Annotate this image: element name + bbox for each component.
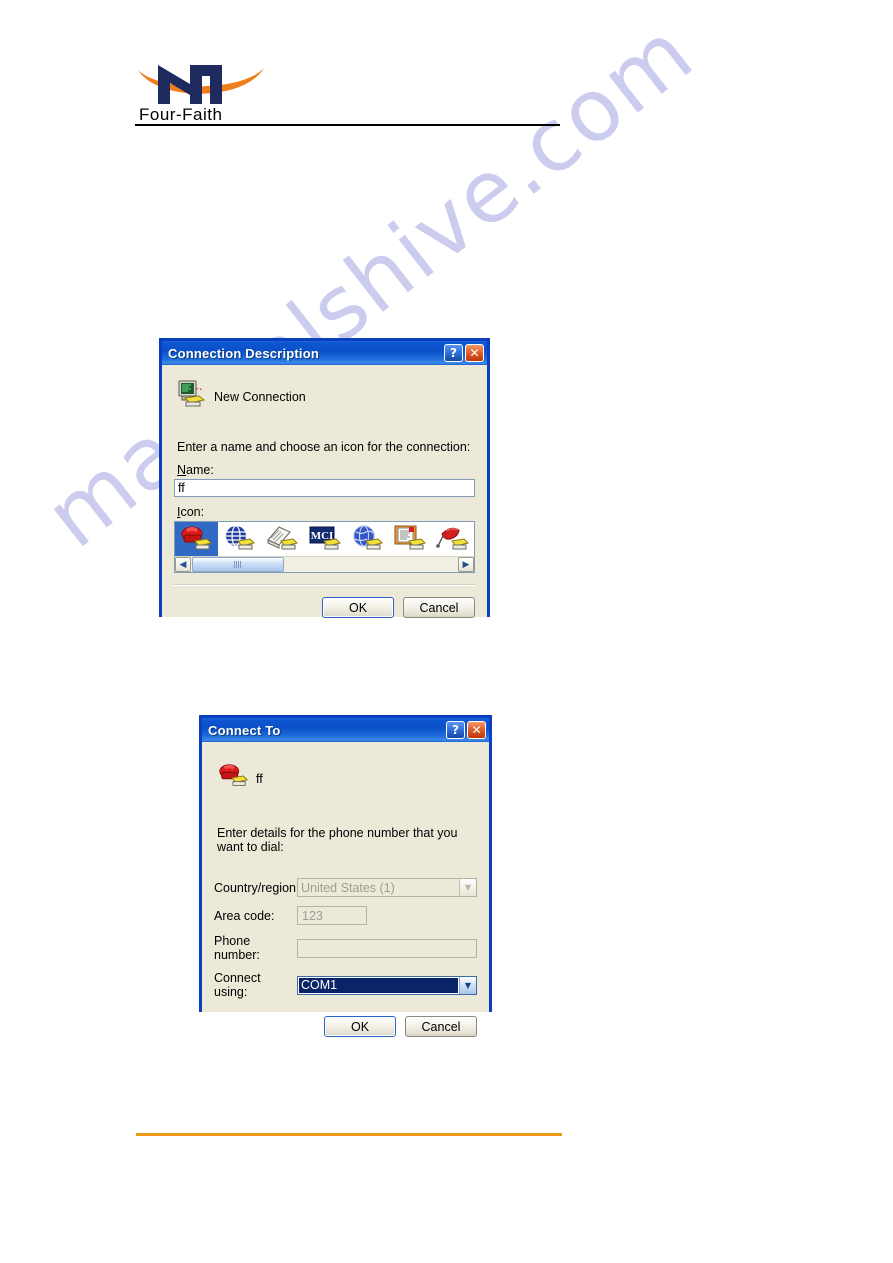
titlebar-buttons: ? ✕: [444, 344, 484, 362]
area-code-input[interactable]: 123: [297, 906, 367, 925]
chevron-down-icon[interactable]: ▼: [459, 976, 476, 994]
connect-using-label: Connect using:: [214, 971, 261, 999]
dialog-title: Connect To: [208, 722, 281, 738]
phone-number-label: Phone number:: [214, 934, 260, 962]
titlebar[interactable]: Connect To ? ✕: [202, 718, 489, 742]
help-icon[interactable]: ?: [446, 721, 465, 739]
icon-strip: MCI: [175, 522, 474, 556]
red-phone-icon: [217, 761, 249, 796]
scrollbar-thumb[interactable]: [192, 557, 284, 572]
close-icon[interactable]: ✕: [467, 721, 486, 739]
connect-form: Country/region: United States (1) ▼ Area…: [214, 878, 477, 999]
new-connection-icon: [177, 380, 207, 413]
brand-wordmark: Four-Faith: [139, 105, 222, 124]
four-faith-logo: Four-Faith: [136, 48, 266, 124]
dialog-button-row: OK Cancel: [174, 597, 475, 618]
country-region-value: United States (1): [301, 880, 395, 895]
connection-description-dialog[interactable]: Connection Description ? ✕ New Connectio…: [159, 338, 490, 618]
scroll-left-arrow-icon[interactable]: ◀: [175, 557, 191, 572]
header-divider: [135, 124, 560, 126]
icon-option-red-phone[interactable]: [175, 522, 218, 556]
instruction-text: Enter details for the phone number that …: [217, 826, 458, 854]
ok-button[interactable]: OK: [322, 597, 394, 618]
connect-to-dialog[interactable]: Connect To ? ✕ ff Enter details for the …: [199, 715, 492, 1037]
close-icon[interactable]: ✕: [465, 344, 484, 362]
phone-number-input[interactable]: [297, 938, 477, 958]
cancel-button[interactable]: Cancel: [403, 597, 475, 618]
form-row-connect-using: Connect using: COM1 ▼: [214, 971, 477, 999]
icon-list-scrollbar[interactable]: ◀ ▶: [175, 556, 474, 572]
footer-divider: [136, 1133, 562, 1136]
dialog-title: Connection Description: [168, 345, 320, 361]
icon-option-blue-world[interactable]: [346, 522, 389, 556]
chevron-down-icon[interactable]: ▼: [459, 879, 476, 896]
connect-using-combobox[interactable]: COM1 ▼: [297, 975, 477, 995]
scrollbar-track[interactable]: [191, 557, 458, 572]
form-row-area-code: Area code: 123: [214, 906, 477, 925]
titlebar[interactable]: Connection Description ? ✕: [162, 341, 487, 365]
icon-option-blue-globe-disc[interactable]: [218, 522, 261, 556]
form-row-country-region: Country/region: United States (1) ▼: [214, 878, 477, 897]
connect-using-value: COM1: [299, 977, 458, 993]
button-separator: [174, 584, 475, 586]
icon-field-label: Icon:: [177, 505, 205, 519]
dialog-header-row: New Connection: [177, 380, 475, 413]
area-code-label: Area code:: [214, 908, 275, 923]
icon-option-newspaper[interactable]: [260, 522, 303, 556]
icon-option-mci-logo[interactable]: MCI: [303, 522, 346, 556]
icon-option-red-kite[interactable]: [431, 522, 474, 556]
instruction-text: Enter a name and choose an icon for the …: [177, 440, 471, 454]
dialog-header-label: New Connection: [214, 389, 306, 404]
icon-option-documents[interactable]: [389, 522, 432, 556]
dialog-header-row: ff: [217, 761, 477, 796]
scroll-right-arrow-icon[interactable]: ▶: [458, 557, 474, 572]
country-region-label: Country/region:: [214, 880, 300, 895]
cancel-button[interactable]: Cancel: [405, 1016, 477, 1037]
dialog-button-row: OK Cancel: [214, 1016, 477, 1037]
dialog-header-label: ff: [256, 771, 263, 786]
titlebar-buttons: ? ✕: [446, 721, 486, 739]
name-input[interactable]: ff: [174, 479, 475, 497]
ok-button[interactable]: OK: [324, 1016, 396, 1037]
help-icon[interactable]: ?: [444, 344, 463, 362]
scrollbar-grip-icon: [234, 561, 242, 568]
name-field-label: Name:: [177, 463, 214, 477]
country-region-combobox[interactable]: United States (1) ▼: [297, 878, 477, 897]
icon-listbox[interactable]: MCI ◀ ▶: [174, 521, 475, 573]
form-row-phone-number: Phone number:: [214, 934, 477, 962]
